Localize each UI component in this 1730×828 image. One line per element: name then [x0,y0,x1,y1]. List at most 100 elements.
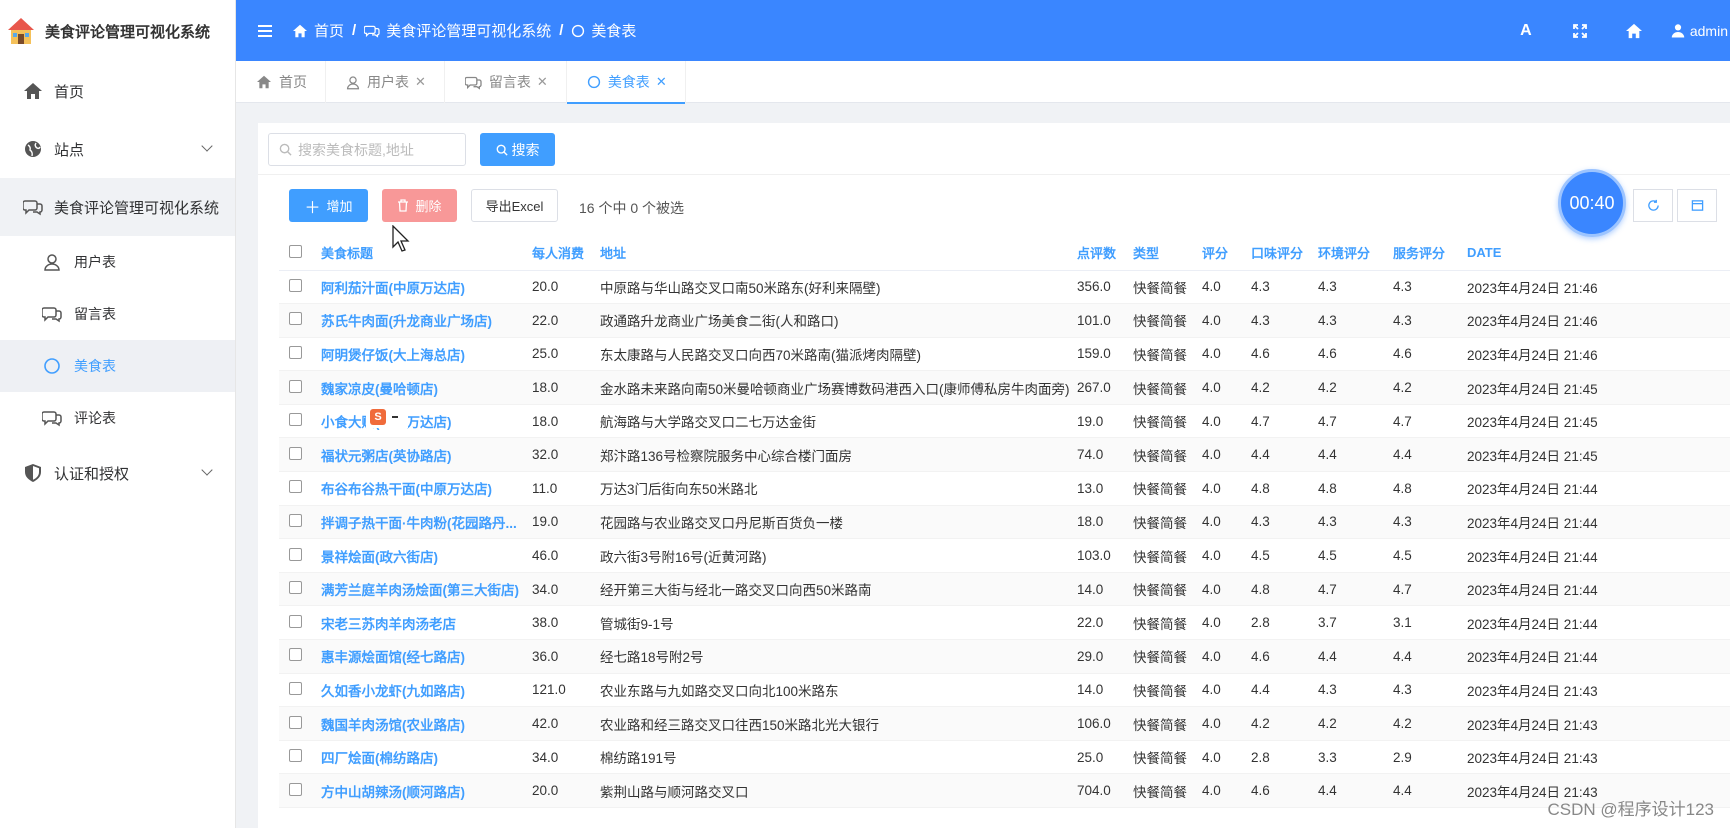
food-title-link[interactable]: 四厂烩面(棉纺路店) [317,740,528,775]
table-row[interactable]: 阿明煲仔饭(大上海总店) 25.0 东太康路与人民路交叉口向西70米路南(猫派烤肉隔… [279,337,1730,372]
row-checkbox[interactable] [279,437,317,473]
sidebar-item-system[interactable]: 美食评论管理可视化系统 [0,178,235,236]
row-checkbox[interactable] [279,773,317,808]
row-checkbox[interactable] [279,471,317,506]
food-title-link[interactable]: 惠丰源烩面馆(经七路店) [317,639,528,674]
export-excel-button[interactable]: 导出Excel [471,189,558,222]
row-checkbox[interactable] [279,270,317,305]
table-cell: 4.6 [1314,337,1389,372]
close-icon[interactable]: ✕ [415,74,426,90]
row-checkbox[interactable] [279,572,317,607]
tab-users[interactable]: 用户表 ✕ [326,61,445,103]
row-checkbox[interactable] [279,740,317,775]
breadcrumb-home[interactable]: 首页 [292,20,344,41]
sidebar-item-comments[interactable]: 评论表 [0,392,235,444]
sidebar-item-auth[interactable]: 认证和授权 [0,444,235,502]
font-size-icon[interactable]: A [1499,22,1553,40]
table-cell: 4.0 [1198,404,1247,439]
column-header[interactable]: 点评数 [1073,236,1129,271]
refresh-icon[interactable] [1633,189,1673,222]
column-header[interactable]: 评分 [1198,236,1247,271]
food-title-link[interactable]: 魏国羊肉汤馆(农业路店) [317,706,528,741]
food-title-link[interactable]: 阿明煲仔饭(大上海总店) [317,337,528,372]
table-row[interactable]: 魏家凉皮(曼哈顿店) 18.0 金水路未来路向南50米曼哈顿商业广场赛博数码港西入口… [279,370,1730,405]
row-checkbox[interactable] [279,706,317,741]
food-title-link[interactable]: 苏氏牛肉面(升龙商业广场店) [317,303,528,338]
timer-badge[interactable]: 00:40 [1558,169,1626,237]
table-row[interactable]: 方中山胡辣汤(顺河路店) 20.0 紫荆山路与顺河路交叉口 704.0 快餐简餐 4.0 4… [279,773,1730,808]
breadcrumb-system[interactable]: 美食评论管理可视化系统 [364,20,551,41]
select-all-checkbox[interactable] [279,236,317,271]
row-checkbox[interactable] [279,673,317,708]
table-row[interactable]: 苏氏牛肉面(升龙商业广场店) 22.0 政通路升龙商业广场美食二街(人和路口) 101… [279,303,1730,338]
search-button[interactable]: 搜索 [480,133,555,166]
column-header[interactable]: 类型 [1129,236,1198,271]
food-title-link[interactable]: 景祥烩面(政六街店) [317,538,528,573]
row-checkbox[interactable] [279,505,317,540]
home-icon[interactable] [1607,23,1661,39]
row-checkbox[interactable] [279,370,317,405]
search-field[interactable] [268,133,466,166]
food-title-link[interactable]: 方中山胡辣汤(顺河路店) [317,773,528,808]
table-cell: 2023年4月24日 21:46 [1463,270,1730,305]
table-row[interactable]: 福状元粥店(英协路店) 32.0 郑汴路136号检察院服务中心综合楼门面房 74.0 快… [279,437,1730,473]
table-cell: 20.0 [528,270,596,305]
food-title-link[interactable]: 拌调子热干面·牛肉粉(花园路丹... [317,505,528,540]
food-title-link[interactable]: 阿利茄汁面(中原万达店) [317,270,528,305]
menu-toggle-icon[interactable] [258,24,272,37]
food-title-link[interactable]: 魏家凉皮(曼哈顿店) [317,370,528,405]
table-cell: 快餐简餐 [1129,471,1198,506]
table-row[interactable]: 惠丰源烩面馆(经七路店) 36.0 经七路18号附2号 29.0 快餐简餐 4.0 4.6 4… [279,639,1730,674]
sidebar-item-home[interactable]: 首页 [0,62,235,120]
table-row[interactable]: 满芳兰庭羊肉汤烩面(第三大街店) 34.0 经开第三大街与经北一路交叉口向西50米路… [279,572,1730,607]
table-cell: 2023年4月24日 21:43 [1463,673,1730,708]
sidebar-item-site[interactable]: 站点 [0,120,235,178]
food-title-link[interactable]: 布谷布谷热干面(中原万达店) [317,471,528,506]
column-header[interactable]: DATE [1463,236,1730,271]
table-row[interactable]: 四厂烩面(棉纺路店) 34.0 棉纺路191号 25.0 快餐简餐 4.0 2.8 3.3 2.… [279,740,1730,775]
row-checkbox[interactable] [279,303,317,338]
food-title-link[interactable]: 久如香小龙虾(九如路店) [317,673,528,708]
columns-settings-icon[interactable] [1677,189,1717,222]
table-row[interactable]: 布谷布谷热干面(中原万达店) 11.0 万达3门后街向东50米路北 13.0 快餐简餐 4… [279,471,1730,506]
ime-toolbar[interactable]: S [366,406,408,428]
row-checkbox[interactable] [279,404,317,439]
table-row[interactable]: 久如香小龙虾(九如路店) 121.0 农业东路与九如路交叉口向北100米路东 14.0… [279,673,1730,708]
sidebar-item-food[interactable]: 美食表 [0,340,235,392]
table-row[interactable]: 景祥烩面(政六街店) 46.0 政六街3号附16号(近黄河路) 103.0 快餐简餐 4.… [279,538,1730,573]
tab-home[interactable]: 首页 [236,61,326,103]
tab-messages[interactable]: 留言表 ✕ [445,61,567,103]
column-header[interactable]: 美食标题 [317,236,528,271]
table-row[interactable]: 宋老三苏肉羊肉汤老店 38.0 管城街9-1号 22.0 快餐简餐 4.0 2.8 3.7 3.… [279,605,1730,641]
food-title-link[interactable]: 小食大赋(二七万达店) [317,404,528,439]
column-header[interactable]: 环境评分 [1314,236,1389,271]
fullscreen-icon[interactable] [1553,23,1607,38]
sidebar-item-users[interactable]: 用户表 [0,236,235,288]
table-cell: 4.3 [1314,303,1389,338]
user-menu[interactable]: admin [1671,23,1730,39]
tab-food[interactable]: 美食表 ✕ [566,61,686,104]
row-checkbox[interactable] [279,605,317,641]
table-row[interactable]: 拌调子热干面·牛肉粉(花园路丹... 19.0 花园路与农业路交叉口丹尼斯百货负一楼… [279,505,1730,540]
table-row[interactable]: 魏国羊肉汤馆(农业路店) 42.0 农业路和经三路交叉口往西150米路北光大银行 10… [279,706,1730,741]
row-checkbox[interactable] [279,639,317,674]
table-body: 阿利茄汁面(中原万达店) 20.0 中原路与华山路交叉口南50米路东(好利来隔壁) 3… [279,270,1730,808]
food-title-link[interactable]: 满芳兰庭羊肉汤烩面(第三大街店) [317,572,528,607]
column-header[interactable]: 每人消费 [528,236,596,271]
sidebar-item-messages[interactable]: 留言表 [0,288,235,340]
column-header[interactable]: 地址 [596,236,1073,271]
search-input[interactable] [298,141,448,158]
add-button[interactable]: ＋ 增加 [289,189,368,222]
row-checkbox[interactable] [279,337,317,372]
column-header[interactable]: 服务评分 [1389,236,1463,271]
delete-button[interactable]: 删除 [382,189,457,222]
table-row[interactable]: 小食大赋(二七万达店)18.0航海路与大学路交叉口二七万达金街19.0快餐简餐4… [279,404,1730,439]
close-icon[interactable]: ✕ [537,74,548,90]
row-checkbox[interactable] [279,538,317,573]
column-header[interactable]: 口味评分 [1247,236,1314,271]
close-icon[interactable]: ✕ [656,74,667,90]
food-title-link[interactable]: 福状元粥店(英协路店) [317,437,528,473]
chevron-down-icon [201,140,213,152]
table-row[interactable]: 阿利茄汁面(中原万达店) 20.0 中原路与华山路交叉口南50米路东(好利来隔壁) 3… [279,270,1730,305]
food-title-link[interactable]: 宋老三苏肉羊肉汤老店 [317,605,528,641]
